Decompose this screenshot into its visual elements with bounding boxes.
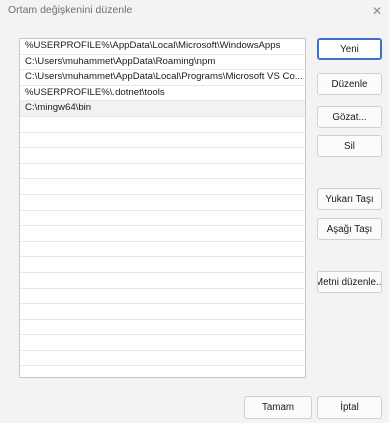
list-item-text: C:\mingw64\bin [25, 102, 92, 114]
new-button[interactable]: Yeni [317, 38, 382, 60]
list-item-text: %USERPROFILE%\AppData\Local\Microsoft\Wi… [25, 40, 281, 51]
path-list[interactable]: %USERPROFILE%\AppData\Local\Microsoft\Wi… [19, 38, 306, 378]
empty-list-row[interactable] [20, 148, 305, 164]
list-item[interactable]: %USERPROFILE%\AppData\Local\Microsoft\Wi… [20, 39, 305, 55]
empty-list-row[interactable] [20, 226, 305, 242]
title-bar: Ortam değişkenini düzenle ✕ [0, 0, 389, 22]
empty-list-row[interactable] [20, 304, 305, 320]
ok-button[interactable]: Tamam [244, 396, 312, 419]
list-item-text: %USERPROFILE%\.dotnet\tools [25, 86, 165, 98]
empty-list-row[interactable] [20, 289, 305, 305]
empty-list-row[interactable] [20, 273, 305, 289]
empty-list-row[interactable] [20, 351, 305, 367]
empty-list-row[interactable] [20, 320, 305, 336]
empty-list-row[interactable] [20, 242, 305, 258]
empty-list-row[interactable] [20, 179, 305, 195]
edit-text-button[interactable]: Metni düzenle... [317, 271, 382, 293]
empty-list-row[interactable] [20, 195, 305, 211]
list-item[interactable]: C:\Users\muhammet\AppData\Local\Programs… [20, 70, 305, 86]
empty-list-row[interactable] [20, 117, 305, 133]
empty-list-row[interactable] [20, 335, 305, 351]
browse-button[interactable]: Gözat... [317, 106, 382, 128]
delete-button[interactable]: Sil [317, 135, 382, 157]
move-up-button[interactable]: Yukarı Taşı [317, 188, 382, 210]
cancel-button[interactable]: İptal [317, 396, 382, 419]
list-item-text: C:\Users\muhammet\AppData\Roaming\npm [25, 55, 216, 67]
close-icon: ✕ [371, 4, 383, 18]
empty-list-row[interactable] [20, 257, 305, 273]
edit-button[interactable]: Düzenle [317, 73, 382, 95]
list-item-text: C:\Users\muhammet\AppData\Local\Programs… [25, 71, 303, 83]
move-down-button[interactable]: Aşağı Taşı [317, 218, 382, 240]
close-button[interactable]: ✕ [365, 0, 389, 22]
list-item[interactable]: C:\Users\muhammet\AppData\Roaming\npm [20, 55, 305, 71]
window-title: Ortam değişkenini düzenle [8, 4, 133, 16]
empty-list-row[interactable] [20, 164, 305, 180]
list-item[interactable]: %USERPROFILE%\.dotnet\tools [20, 86, 305, 102]
empty-list-row[interactable] [20, 211, 305, 227]
list-item[interactable]: C:\mingw64\bin [20, 101, 305, 117]
empty-list-row[interactable] [20, 133, 305, 149]
